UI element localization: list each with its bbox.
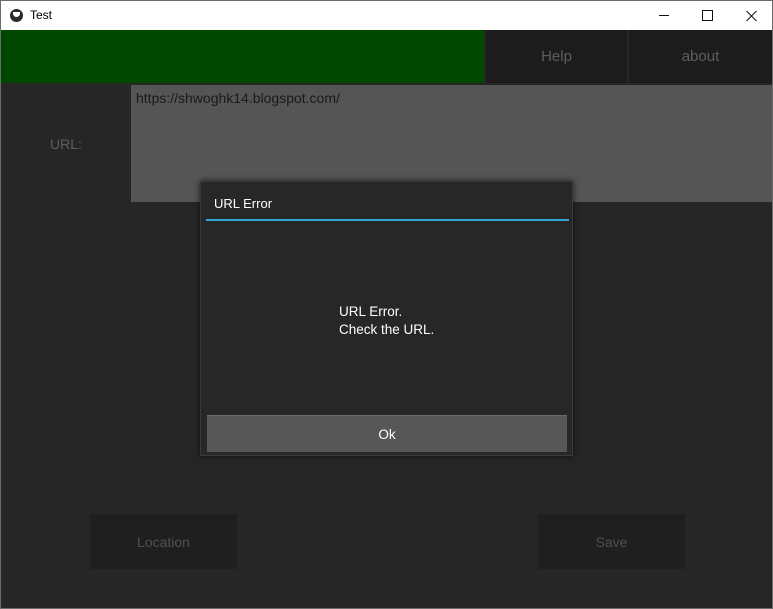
window-title: Test (30, 8, 53, 22)
about-button[interactable]: about (629, 30, 772, 83)
app-icon (10, 9, 23, 22)
dialog-title: URL Error (214, 196, 273, 211)
minimize-button[interactable] (641, 1, 686, 30)
maximize-icon (702, 10, 713, 21)
dialog-title-separator (206, 219, 569, 221)
error-dialog: URL Error URL Error. Check the URL. Ok (200, 181, 573, 456)
dialog-message-line-1: URL Error. (339, 304, 403, 319)
ok-button[interactable]: Ok (207, 415, 567, 452)
save-button[interactable]: Save (538, 514, 685, 569)
minimize-icon (658, 15, 669, 16)
dialog-message: URL Error. Check the URL. (339, 303, 434, 339)
help-button[interactable]: Help (486, 30, 627, 83)
url-label: URL: (50, 136, 82, 152)
header-bar (1, 30, 484, 83)
title-bar: Test (1, 1, 772, 30)
maximize-button[interactable] (685, 1, 730, 30)
close-button[interactable] (729, 1, 772, 30)
dialog-message-line-2: Check the URL. (339, 322, 435, 337)
close-icon (746, 10, 758, 22)
app-window: Test Help about URL: https://shwoghk14.b… (0, 0, 773, 609)
location-button[interactable]: Location (90, 514, 237, 569)
